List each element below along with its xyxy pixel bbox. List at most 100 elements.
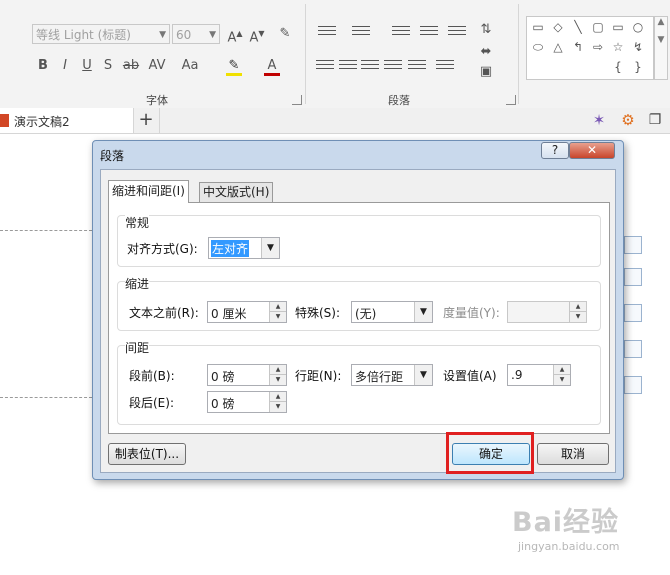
distribute-icon[interactable] bbox=[408, 60, 426, 74]
decrease-indent-icon[interactable] bbox=[392, 26, 410, 40]
shape-arrow-icon[interactable]: ⇨ bbox=[589, 37, 607, 57]
clear-format-icon[interactable]: ✎ bbox=[276, 24, 294, 44]
document-tab[interactable]: 演示文稿2 bbox=[0, 108, 134, 133]
before-spinner[interactable]: 0 磅 ▲ ▼ bbox=[207, 364, 287, 386]
columns-icon[interactable] bbox=[436, 60, 454, 74]
line-spacing-select[interactable]: 多倍行距 ▼ bbox=[351, 364, 433, 386]
tab-chinese-layout[interactable]: 中文版式(H) bbox=[199, 182, 274, 202]
measure-spinner[interactable]: ▲ ▼ bbox=[507, 301, 587, 323]
shapes-gallery[interactable]: ▭ ◇ ╲ ▢ ▭ ○ ⬭ △ ↰ ⇨ ☆ ↯ { } bbox=[526, 16, 654, 80]
smartart-icon[interactable]: ▣ bbox=[476, 62, 496, 82]
shape-roundrect-icon[interactable]: ▭ bbox=[609, 17, 627, 37]
font-size-combo[interactable]: 60 ▼ bbox=[172, 24, 220, 44]
tabs-button[interactable]: 制表位(T)... bbox=[108, 443, 186, 465]
increase-indent-icon[interactable] bbox=[420, 26, 438, 40]
line-spacing-value: 多倍行距 bbox=[355, 370, 404, 384]
shape-text-box-icon[interactable]: ▭ bbox=[529, 17, 547, 37]
document-tab-label: 演示文稿2 bbox=[14, 115, 70, 129]
spin-down-icon[interactable]: ▼ bbox=[554, 375, 570, 385]
underline-button[interactable]: U bbox=[80, 56, 94, 76]
align-left-icon[interactable] bbox=[316, 60, 334, 74]
spin-up-icon[interactable]: ▲ bbox=[554, 365, 570, 375]
grow-font-button[interactable]: A▲ bbox=[226, 24, 244, 45]
strikethrough-button[interactable]: ab bbox=[120, 56, 142, 76]
set-value: .9 bbox=[511, 368, 523, 382]
justify-icon[interactable] bbox=[384, 60, 402, 74]
shape-rect-icon[interactable]: ▢ bbox=[589, 17, 607, 37]
layout-options-icon[interactable] bbox=[624, 236, 642, 254]
line-spacing-label: 行距(N): bbox=[295, 369, 342, 383]
shadow-button[interactable]: S bbox=[101, 56, 115, 76]
italic-button[interactable]: I bbox=[58, 56, 72, 76]
restore-window-icon[interactable]: ❐ bbox=[646, 111, 664, 129]
special-label: 特殊(S): bbox=[295, 306, 341, 320]
chevron-down-icon: ▼ bbox=[159, 30, 166, 40]
bold-button[interactable]: B bbox=[36, 56, 50, 76]
font-color-swatch bbox=[264, 73, 280, 76]
spin-down-icon[interactable]: ▼ bbox=[270, 375, 286, 385]
font-group-label: 字体 bbox=[146, 94, 168, 107]
settings-gear-icon[interactable]: ⚙ bbox=[619, 111, 637, 129]
placeholder-border bbox=[0, 230, 92, 231]
shape-left-brace-icon[interactable]: { bbox=[609, 57, 627, 77]
help-button[interactable]: ? bbox=[541, 142, 569, 159]
spin-up-icon[interactable]: ▲ bbox=[570, 302, 586, 312]
add-in-icon[interactable]: ✶ bbox=[590, 111, 608, 129]
shrink-font-button[interactable]: A▼ bbox=[248, 24, 266, 45]
arrange-icon[interactable] bbox=[624, 340, 642, 358]
shape-diamond-icon[interactable]: ◇ bbox=[549, 17, 567, 37]
spin-up-icon[interactable]: ▲ bbox=[270, 365, 286, 375]
alignment-select[interactable]: 左对齐 ▼ bbox=[208, 237, 280, 259]
placeholder-border bbox=[0, 397, 92, 398]
cancel-button[interactable]: 取消 bbox=[537, 443, 609, 465]
spin-down-icon[interactable]: ▼ bbox=[270, 312, 286, 322]
close-button[interactable]: ✕ bbox=[569, 142, 615, 159]
spin-up-icon[interactable]: ▲ bbox=[270, 392, 286, 402]
text-direction-icon[interactable]: ⇅ bbox=[476, 20, 496, 40]
shape-bolt-icon[interactable]: ↯ bbox=[629, 37, 647, 57]
set-value-label: 设置值(A) bbox=[443, 369, 497, 383]
chevron-down-icon[interactable]: ▼ bbox=[655, 35, 667, 45]
set-value-spinner[interactable]: .9 ▲ ▼ bbox=[507, 364, 571, 386]
align-center-icon[interactable] bbox=[339, 60, 357, 74]
ribbon: 等线 Light (标题) ▼ 60 ▼ A▲ A▼ ✎ B I U S ab … bbox=[0, 0, 670, 109]
ribbon-separator bbox=[518, 4, 519, 104]
chevron-down-icon: ▼ bbox=[209, 30, 216, 40]
bullets-icon[interactable] bbox=[318, 26, 336, 40]
layout-options-icon[interactable] bbox=[624, 268, 642, 286]
shape-line-icon[interactable]: ╲ bbox=[569, 17, 587, 37]
spin-down-icon[interactable]: ▼ bbox=[270, 402, 286, 412]
shape-right-brace-icon[interactable]: } bbox=[629, 57, 647, 77]
shape-ellipse-icon[interactable]: ⬭ bbox=[529, 37, 547, 57]
align-right-icon[interactable] bbox=[361, 60, 379, 74]
add-tab-button[interactable]: + bbox=[133, 108, 160, 133]
dialog-body: 缩进和间距(I) 中文版式(H) 常规 对齐方式(G): 左对齐 ▼ 缩进 文本… bbox=[100, 169, 616, 473]
char-spacing-button[interactable]: AV bbox=[145, 56, 169, 76]
spin-up-icon[interactable]: ▲ bbox=[270, 302, 286, 312]
after-label: 段后(E): bbox=[129, 396, 174, 410]
resize-icon[interactable] bbox=[624, 376, 642, 394]
special-value: (无) bbox=[355, 307, 377, 321]
line-spacing-icon[interactable] bbox=[448, 26, 466, 40]
spin-down-icon[interactable]: ▼ bbox=[570, 312, 586, 322]
chevron-up-icon[interactable]: ▲ bbox=[655, 17, 667, 27]
shape-elbow-icon[interactable]: ↰ bbox=[569, 37, 587, 57]
align-text-icon[interactable]: ⬌ bbox=[476, 42, 496, 62]
font-dialog-launcher-icon[interactable] bbox=[292, 95, 302, 105]
before-text-spinner[interactable]: 0 厘米 ▲ ▼ bbox=[207, 301, 287, 323]
text-fit-icon[interactable] bbox=[624, 304, 642, 322]
after-spinner[interactable]: 0 磅 ▲ ▼ bbox=[207, 391, 287, 413]
shape-star-icon[interactable]: ☆ bbox=[609, 37, 627, 57]
indent-group-title: 缩进 bbox=[125, 275, 150, 292]
font-name-combo[interactable]: 等线 Light (标题) ▼ bbox=[32, 24, 170, 44]
highlight-color-swatch bbox=[226, 73, 242, 76]
tab-indent-spacing[interactable]: 缩进和间距(I) bbox=[108, 180, 189, 203]
paragraph-dialog-launcher-icon[interactable] bbox=[506, 95, 516, 105]
numbering-icon[interactable] bbox=[352, 26, 370, 40]
change-case-button[interactable]: Aa bbox=[179, 56, 201, 76]
shape-triangle-icon[interactable]: △ bbox=[549, 37, 567, 57]
special-select[interactable]: (无) ▼ bbox=[351, 301, 433, 323]
paragraph-dialog: 段落 ? ✕ 缩进和间距(I) 中文版式(H) 常规 对齐方式(G): 左对齐 … bbox=[92, 140, 624, 480]
shape-oval-icon[interactable]: ○ bbox=[629, 17, 647, 37]
shapes-gallery-scroll[interactable]: ▲ ▼ bbox=[654, 16, 668, 80]
